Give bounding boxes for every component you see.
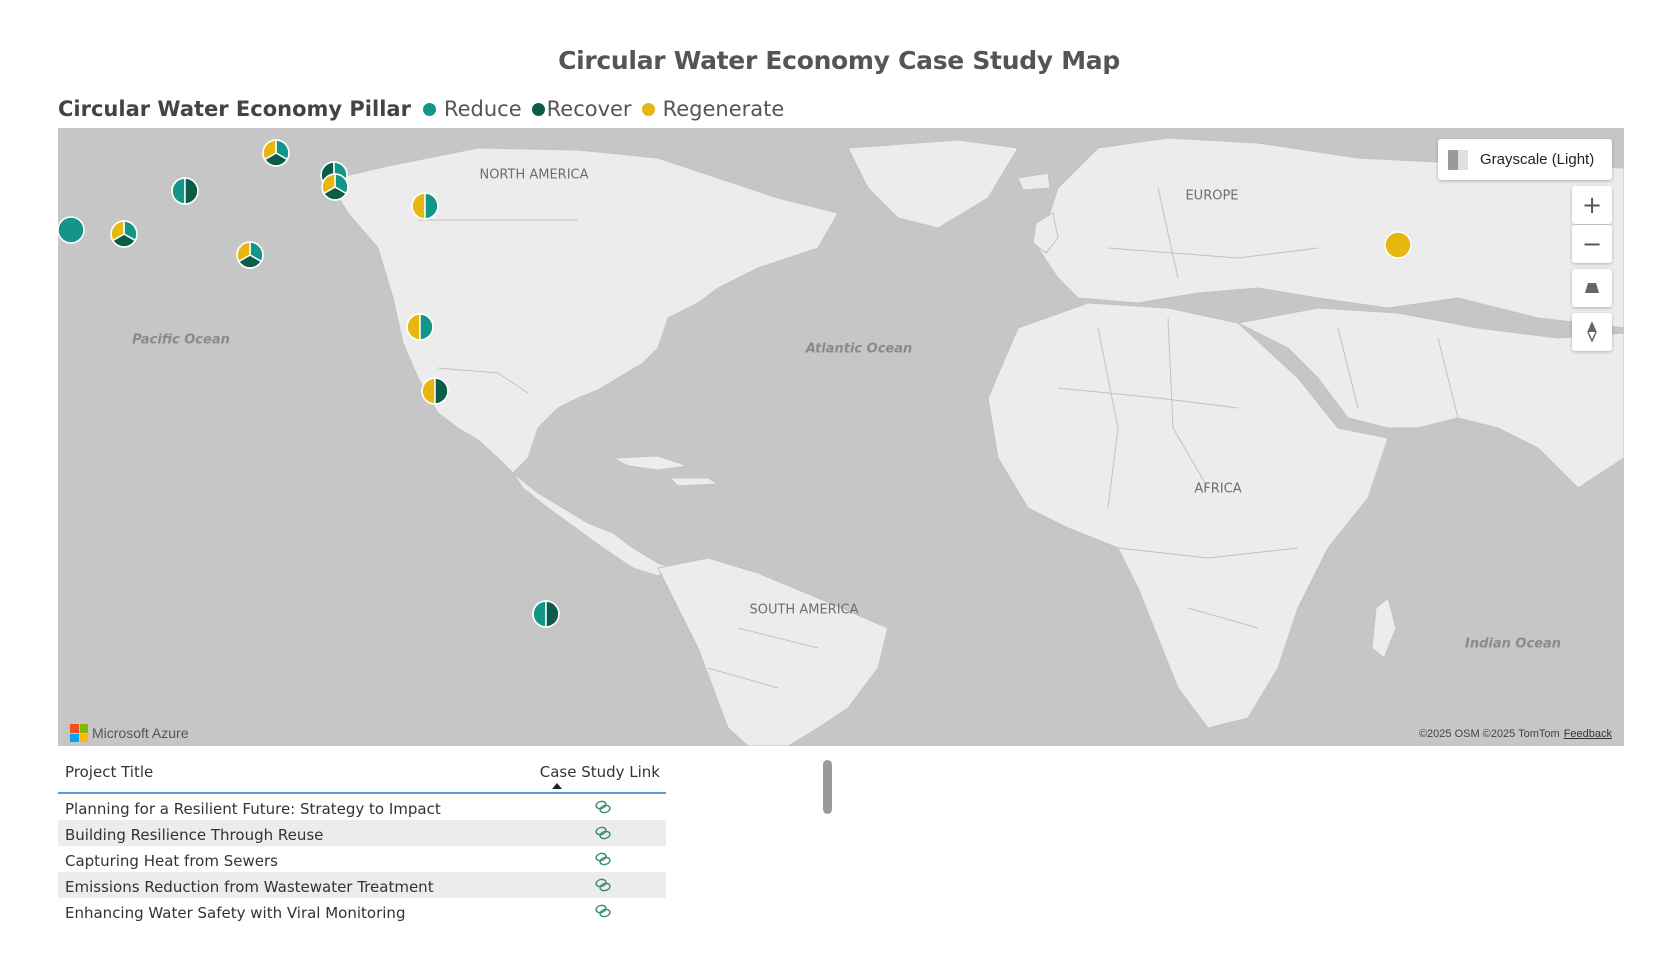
azure-brand: Microsoft Azure [70,724,188,742]
greenland-landmass [847,139,1019,229]
project-title-cell: Capturing Heat from Sewers [65,852,278,870]
project-title-cell: Emissions Reduction from Wastewater Trea… [65,878,434,896]
legend-item-reduce[interactable]: Reduce [422,97,522,121]
reduce-dot-icon [422,102,436,116]
marker-slice [1384,230,1413,259]
label-europe: EUROPE [1185,188,1239,204]
table-row: Planning for a Resilient Future: Strateg… [58,794,666,820]
case-study-marker[interactable] [170,176,200,206]
zoom-in-button[interactable]: + [1572,186,1612,224]
regenerate-dot-icon [641,102,655,116]
marker-slice [424,192,439,220]
map-legend: Circular Water Economy Pillar Reduce Rec… [58,94,794,124]
recover-dot-icon [531,102,545,116]
header-case-study-link[interactable]: Case Study Link [540,763,660,781]
microsoft-logo-icon [70,724,88,742]
table-row: Building Resilience Through Reuse [58,820,666,846]
case-study-marker[interactable] [1383,230,1413,260]
south-america-landmass [657,557,889,746]
link-icon[interactable] [594,903,612,919]
label-north-america: NORTH AMERICA [479,167,589,183]
case-study-marker[interactable] [109,219,139,249]
marker-slice [171,176,186,205]
marker-slice [411,192,426,220]
azure-brand-label: Microsoft Azure [92,725,189,741]
link-icon[interactable] [594,799,612,815]
case-study-marker[interactable] [420,376,450,406]
marker-slice [406,313,421,341]
case-study-marker[interactable] [410,191,440,221]
link-icon[interactable] [594,851,612,867]
case-study-marker[interactable] [405,312,435,342]
case-study-marker[interactable] [58,215,86,245]
case-study-table: Project Title Case Study Link Planning f… [58,752,666,924]
case-study-marker[interactable] [261,138,291,168]
table-row: Emissions Reduction from Wastewater Trea… [58,872,666,898]
label-pacific-ocean: Pacific Ocean [132,332,230,348]
legend-label-recover: Recover [546,97,632,121]
label-atlantic-ocean: Atlantic Ocean [805,341,913,357]
scrollbar-thumb[interactable] [823,760,832,814]
marker-slice [433,377,449,405]
legend-label-regenerate: Regenerate [662,97,785,121]
central-america-landmass [512,472,675,577]
link-icon[interactable] [594,877,612,893]
case-study-marker[interactable] [320,172,350,202]
map-basemap [327,137,1624,746]
world-map[interactable]: NORTH AMERICA EUROPE AFRICA SOUTH AMERIC… [58,128,1624,746]
project-title-cell: Enhancing Water Safety with Viral Monito… [65,904,406,922]
legend-item-regenerate[interactable]: Regenerate [641,97,785,121]
compass-icon [1587,322,1597,342]
map-style-swatch-icon [1448,149,1468,170]
project-title-cell: Planning for a Resilient Future: Strateg… [65,800,441,818]
legend-label-reduce: Reduce [443,97,522,121]
table-header: Project Title Case Study Link [58,752,666,794]
map-style-label: Grayscale (Light) [1480,151,1595,168]
marker-slice [420,377,436,405]
pitch-icon [1585,283,1599,293]
zoom-out-button[interactable]: − [1572,225,1612,263]
label-africa: AFRICA [1194,481,1242,497]
sort-ascending-icon [552,783,562,789]
label-indian-ocean: Indian Ocean [1464,636,1562,652]
marker-slice [184,176,199,205]
legend-title: Circular Water Economy Pillar [58,97,411,121]
header-project-title[interactable]: Project Title [65,763,153,781]
table-row: Capturing Heat from Sewers [58,846,666,872]
marker-slice [58,216,85,244]
compass-button[interactable] [1572,313,1612,351]
feedback-link[interactable]: Feedback [1564,728,1612,740]
table-row: Enhancing Water Safety with Viral Monito… [58,898,666,924]
page-title: Circular Water Economy Case Study Map [558,46,1120,75]
label-south-america: SOUTH AMERICA [749,602,859,618]
marker-slice [545,600,561,628]
table-body: Planning for a Resilient Future: Strateg… [58,794,666,924]
north-america-landmass [327,147,839,474]
link-icon[interactable] [594,825,612,841]
pitch-button[interactable] [1572,269,1612,307]
case-study-marker[interactable] [235,240,265,270]
attribution-text: ©2025 OSM ©2025 TomTom [1418,728,1560,740]
legend-item-recover[interactable]: Recover [531,97,632,121]
marker-slice [419,313,434,341]
map-attribution: ©2025 OSM ©2025 TomTom Feedback [1419,728,1612,740]
map-style-picker[interactable]: Grayscale (Light) [1438,139,1612,180]
project-title-cell: Building Resilience Through Reuse [65,826,324,844]
case-study-marker[interactable] [531,599,561,629]
marker-slice [532,600,548,628]
